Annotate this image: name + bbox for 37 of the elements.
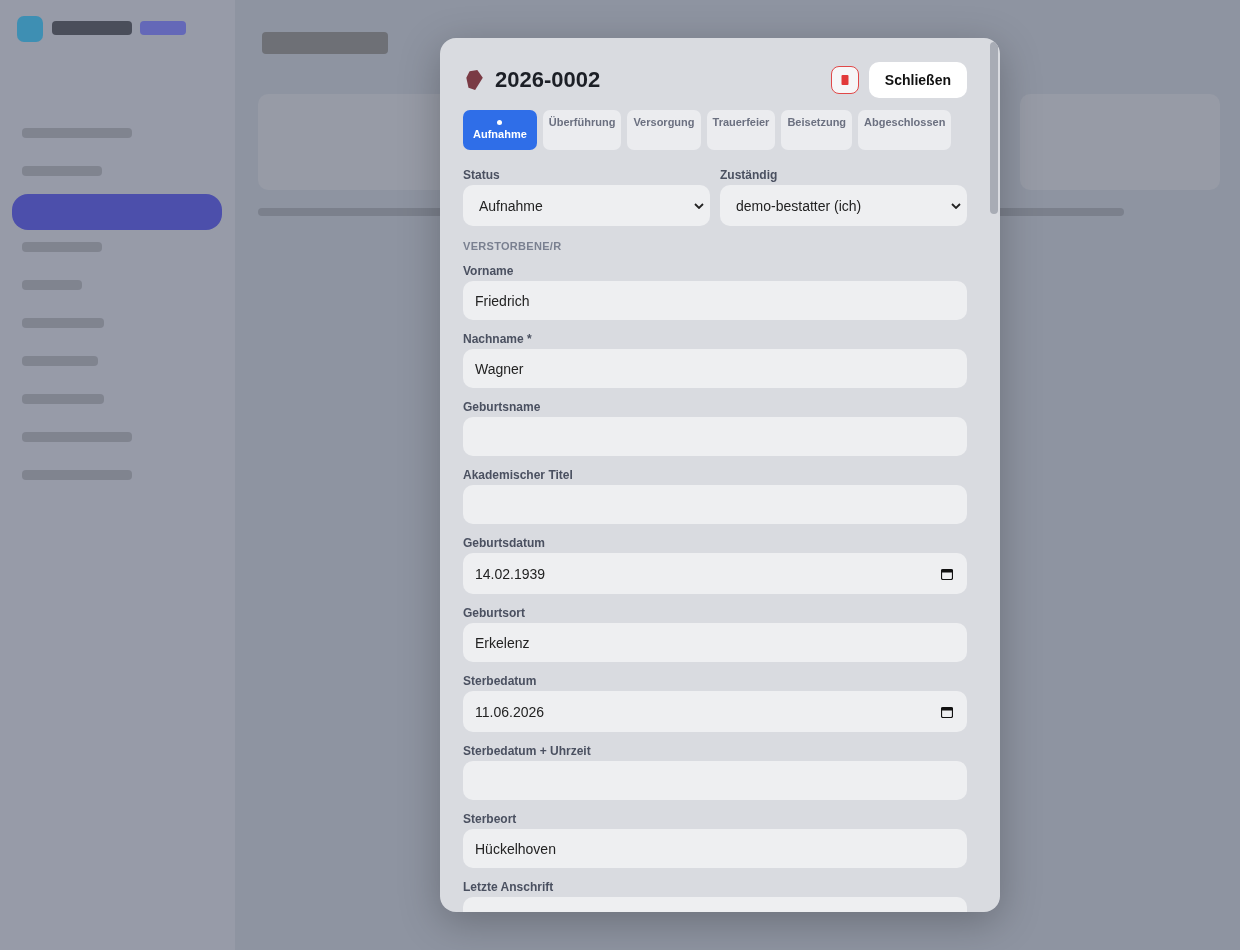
select-field[interactable]: Aufnahme bbox=[463, 185, 710, 226]
field-label: Akademischer Titel bbox=[463, 468, 574, 482]
field-label: Status bbox=[463, 168, 501, 182]
input-field[interactable]: Hückelhoven bbox=[463, 829, 967, 868]
stage-tab[interactable]: Versorgung bbox=[627, 110, 701, 150]
dialog-title: 2026-0002 bbox=[495, 67, 601, 93]
coffin-icon bbox=[463, 69, 485, 91]
stage-tab[interactable]: Aufnahme bbox=[463, 110, 537, 150]
field-label: Geburtsdatum bbox=[463, 536, 546, 550]
field-label: Geburtsname bbox=[463, 400, 542, 414]
date-field[interactable]: 14.02.1939 bbox=[463, 553, 967, 594]
field-label: Nachname * bbox=[463, 332, 533, 346]
select-field[interactable]: demo-bestatter (ich) bbox=[720, 185, 967, 226]
field-label: Sterbedatum + Uhrzeit bbox=[463, 744, 592, 758]
chevron-down-icon bbox=[694, 202, 704, 209]
chevron-down-icon bbox=[951, 202, 961, 209]
field-label: Sterbedatum bbox=[463, 674, 538, 688]
delete-button[interactable] bbox=[830, 66, 859, 94]
section-heading: VERSTORBENE/R bbox=[463, 240, 563, 252]
field-label: Geburtsort bbox=[463, 606, 526, 620]
input-field[interactable]: Wagner bbox=[463, 349, 967, 388]
field-label: Vorname bbox=[463, 264, 515, 278]
date-field[interactable]: 11.06.2026 bbox=[463, 691, 967, 732]
stage-tab[interactable]: Überführung bbox=[542, 110, 622, 150]
field-label: Letzte Anschrift bbox=[463, 880, 555, 894]
stage-tab[interactable]: Beisetzung bbox=[781, 110, 853, 150]
field-label: Zuständig bbox=[720, 168, 779, 182]
trash-icon bbox=[840, 75, 849, 85]
calendar-icon bbox=[941, 705, 953, 718]
field-label: Sterbeort bbox=[463, 812, 518, 826]
calendar-icon bbox=[941, 567, 953, 580]
input-field[interactable]: Friedrich bbox=[463, 281, 967, 320]
stage-tab[interactable]: Trauerfeier bbox=[706, 110, 776, 150]
scrollbar[interactable] bbox=[990, 42, 998, 214]
stage-tab[interactable]: Abgeschlossen bbox=[858, 110, 952, 150]
input-field[interactable]: Erkelenz bbox=[463, 623, 967, 662]
close-button[interactable]: Schließen bbox=[868, 62, 967, 98]
